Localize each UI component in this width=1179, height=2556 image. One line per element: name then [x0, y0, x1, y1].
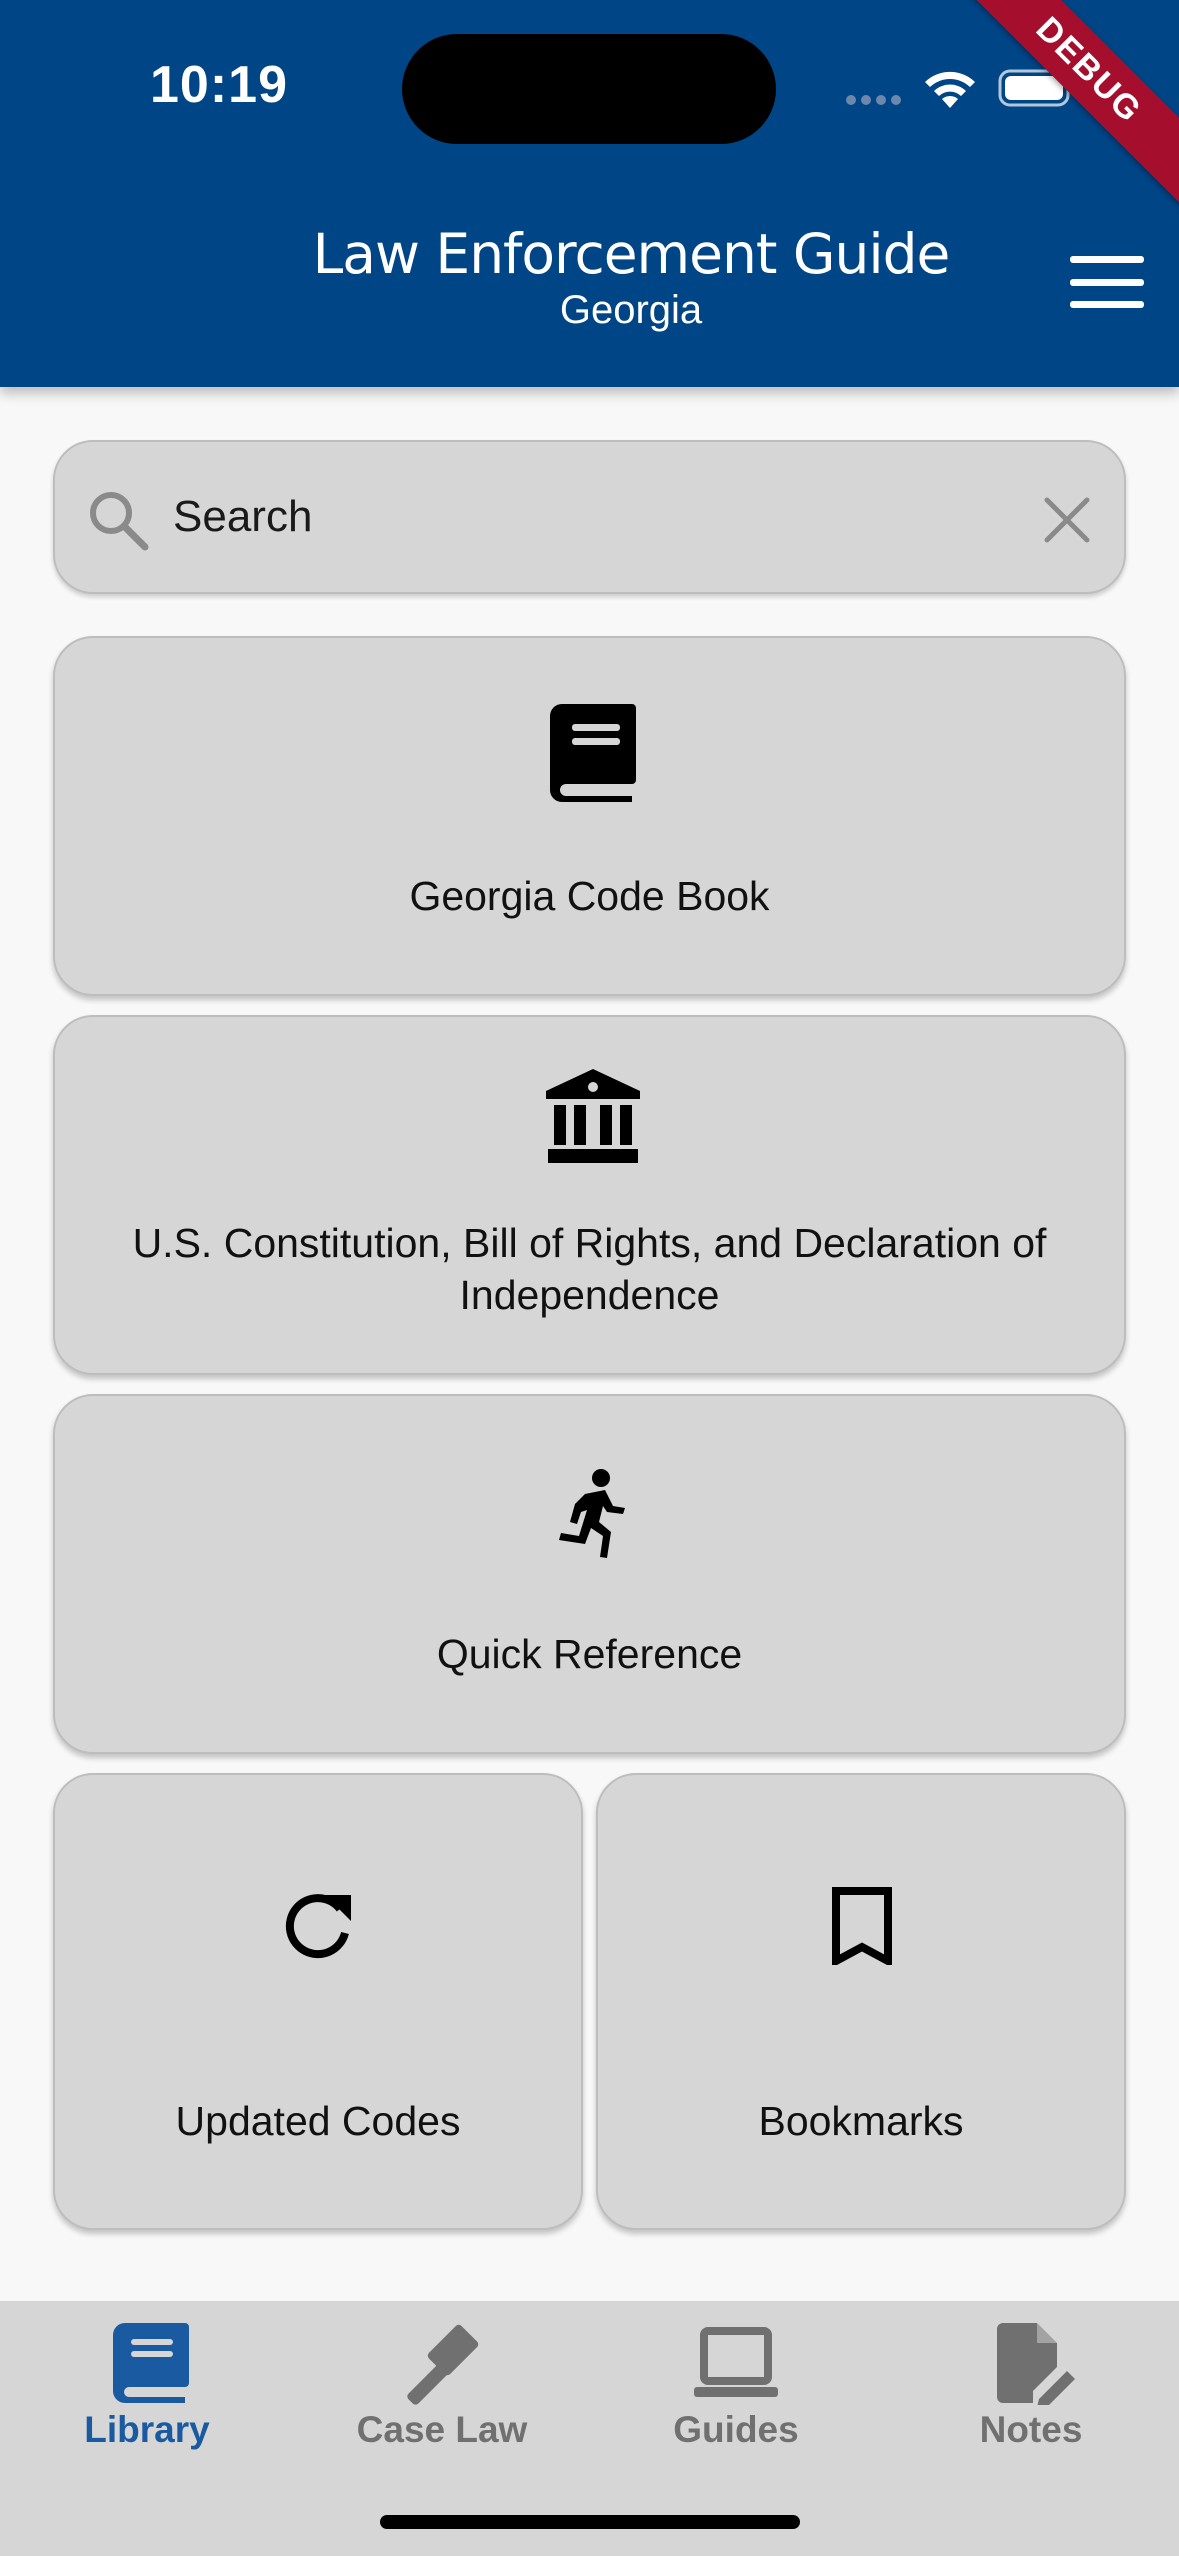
book-icon — [550, 704, 636, 802]
close-icon[interactable] — [1039, 492, 1095, 548]
nav-label: Notes — [979, 2409, 1083, 2450]
nav-item-library[interactable]: Library — [27, 2321, 267, 2461]
running-person-icon — [559, 1469, 625, 1558]
georgia-code-book-card[interactable]: Georgia Code Book — [53, 636, 1126, 996]
nav-item-guides[interactable]: Guides — [616, 2321, 856, 2461]
cellular-signal-icon — [846, 95, 901, 105]
search-icon — [90, 492, 149, 551]
card-label: Bookmarks — [758, 2098, 964, 2144]
nav-item-notes[interactable]: Notes — [911, 2321, 1151, 2461]
search-input[interactable] — [173, 477, 993, 557]
menu-icon-bar — [1070, 278, 1144, 286]
bookmarks-card[interactable]: Bookmarks — [596, 1773, 1126, 2230]
search-bar[interactable] — [53, 440, 1126, 594]
status-bar-time: 10:19 — [150, 56, 288, 114]
home-indicator — [380, 2515, 800, 2529]
card-label: U.S. Constitution, Bill of Rights, and D… — [132, 1220, 1047, 1318]
nav-label: Library — [84, 2409, 210, 2450]
app-title: Law Enforcement Guide — [312, 222, 951, 286]
app-subtitle: Georgia — [559, 288, 703, 332]
updated-codes-card[interactable]: Updated Codes — [53, 1773, 583, 2230]
bookmark-icon — [832, 1887, 892, 1965]
bank-icon — [546, 1069, 640, 1163]
us-constitution-card[interactable]: U.S. Constitution, Bill of Rights, and D… — [53, 1015, 1126, 1375]
card-label: Quick Reference — [436, 1631, 743, 1677]
app-header: 10:19 DEBUG Law Enforcement Guide Georgi… — [0, 0, 1179, 387]
nav-item-case-law[interactable]: Case Law — [322, 2321, 562, 2461]
card-label: Updated Codes — [175, 2098, 461, 2144]
nav-label: Case Law — [356, 2409, 528, 2450]
dynamic-island — [402, 34, 776, 144]
card-label: Georgia Code Book — [409, 873, 770, 919]
nav-label: Guides — [673, 2409, 799, 2450]
note-edit-icon — [997, 2323, 1075, 2405]
laptop-icon — [694, 2327, 778, 2397]
hamburger-menu-button[interactable] — [1062, 252, 1152, 312]
menu-icon-bar — [1070, 301, 1144, 308]
book-icon — [113, 2323, 189, 2403]
debug-banner: DEBUG — [919, 0, 1179, 240]
refresh-icon — [285, 1894, 351, 1959]
menu-icon-bar — [1070, 256, 1144, 263]
gavel-icon — [407, 2324, 479, 2405]
wifi-icon — [925, 71, 975, 108]
quick-reference-card[interactable]: Quick Reference — [53, 1394, 1126, 1754]
